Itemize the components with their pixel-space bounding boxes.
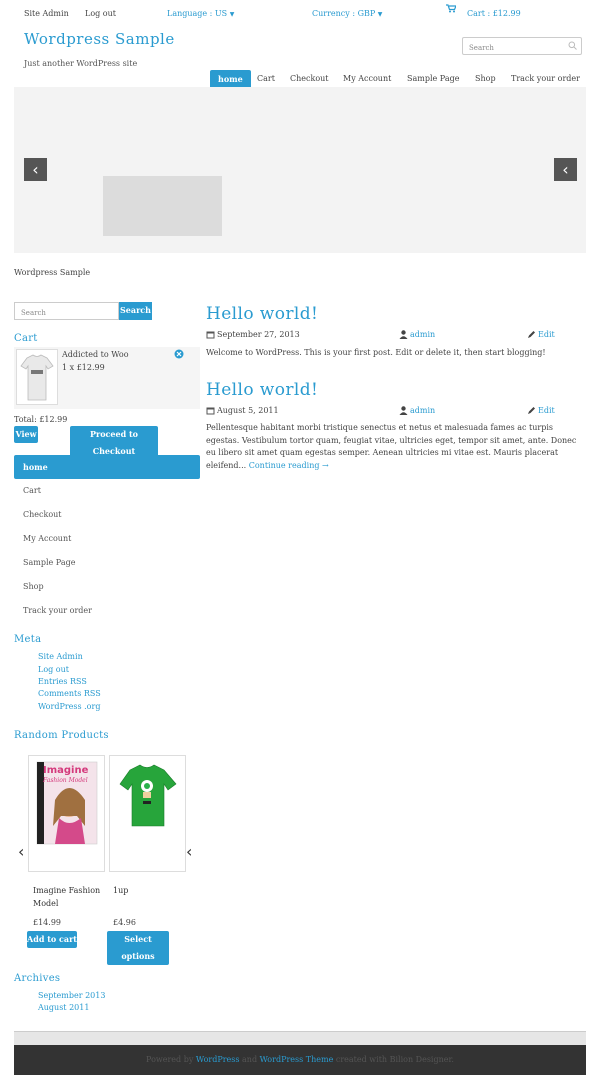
post-edit-link[interactable]: Edit bbox=[538, 330, 555, 339]
sidebar-item-shop[interactable]: Shop bbox=[14, 575, 200, 599]
search-placeholder: Search bbox=[21, 309, 46, 317]
cart-icon[interactable] bbox=[446, 3, 456, 13]
currency-label: Currency : GBP bbox=[312, 9, 376, 18]
view-cart-button[interactable]: View bbox=[14, 426, 38, 443]
edit-icon bbox=[527, 406, 536, 417]
cart-total: Total: £12.99 bbox=[14, 415, 68, 424]
meta-link-entries-rss[interactable]: Entries RSS bbox=[38, 677, 87, 686]
language-label: Language : US bbox=[167, 9, 228, 18]
archive-link-september-2013[interactable]: September 2013 bbox=[38, 991, 105, 1000]
header-cart-total[interactable]: Cart : £12.99 bbox=[467, 9, 521, 18]
product-name-1up[interactable]: 1up bbox=[113, 884, 128, 897]
sidebar-item-cart[interactable]: Cart bbox=[14, 479, 200, 503]
site-tagline: Just another WordPress site bbox=[24, 59, 138, 68]
footer-and-text: and bbox=[242, 1055, 258, 1064]
post-title[interactable]: Hello world! bbox=[206, 380, 318, 400]
calendar-icon bbox=[206, 406, 215, 417]
sidebar-item-home[interactable]: home bbox=[14, 455, 200, 479]
post-excerpt: Welcome to WordPress. This is your first… bbox=[206, 348, 546, 357]
product-cover-subtitle: Fashion Model bbox=[43, 777, 88, 784]
meta-link-comments-rss[interactable]: Comments RSS bbox=[38, 689, 101, 698]
language-selector[interactable]: Language : US ▼ bbox=[167, 9, 234, 18]
product-card-imagine[interactable]: Imagine Fashion Model bbox=[28, 755, 105, 872]
product-price-1up: £4.96 bbox=[113, 918, 136, 927]
remove-item-icon[interactable] bbox=[174, 349, 184, 361]
site-admin-link[interactable]: Site Admin bbox=[24, 9, 69, 18]
cart-item-quantity: 1 x £12.99 bbox=[62, 363, 105, 372]
nav-item-checkout[interactable]: Checkout bbox=[290, 70, 329, 88]
footer-powered-text: Powered by bbox=[146, 1055, 194, 1064]
product-name-imagine[interactable]: Imagine Fashion Model bbox=[33, 884, 105, 910]
post-author[interactable]: admin bbox=[410, 330, 435, 339]
breadcrumb[interactable]: Wordpress Sample bbox=[14, 268, 90, 277]
post-author[interactable]: admin bbox=[410, 406, 435, 415]
post-edit-link[interactable]: Edit bbox=[538, 406, 555, 415]
archives-title: Archives bbox=[14, 973, 61, 984]
add-to-cart-button[interactable]: Add to cart bbox=[27, 931, 77, 948]
select-options-button[interactable]: Select options bbox=[107, 931, 169, 965]
footer: Powered by WordPress and WordPress Theme… bbox=[14, 1045, 586, 1075]
post-date: August 5, 2011 bbox=[217, 406, 279, 415]
author-icon bbox=[399, 330, 408, 341]
slider-next-arrow-icon[interactable]: ‹ bbox=[554, 158, 577, 181]
image-slider: ‹ ‹ bbox=[14, 87, 586, 253]
nav-item-cart[interactable]: Cart bbox=[257, 70, 275, 88]
slider-prev-arrow-icon[interactable]: ‹ bbox=[24, 158, 47, 181]
chevron-down-icon: ▼ bbox=[377, 11, 383, 18]
meta-link-site-admin[interactable]: Site Admin bbox=[38, 652, 83, 661]
site-title[interactable]: Wordpress Sample bbox=[24, 30, 175, 48]
post-date: September 27, 2013 bbox=[217, 330, 300, 339]
header-search-input[interactable]: Search bbox=[462, 37, 582, 55]
currency-selector[interactable]: Currency : GBP ▼ bbox=[312, 9, 382, 18]
post-title[interactable]: Hello world! bbox=[206, 304, 318, 324]
post-meta: September 27, 2013 admin Edit bbox=[206, 330, 556, 342]
continue-reading-link[interactable]: Continue reading → bbox=[249, 461, 329, 470]
edit-icon bbox=[527, 330, 536, 341]
sidebar-item-my-account[interactable]: My Account bbox=[14, 527, 200, 551]
product-cover-title: Imagine bbox=[43, 765, 89, 776]
search-icon[interactable] bbox=[568, 41, 577, 52]
nav-item-my-account[interactable]: My Account bbox=[343, 70, 391, 88]
sidebar-search-input[interactable]: Search bbox=[14, 302, 119, 320]
product-card-1up[interactable] bbox=[109, 755, 186, 872]
cart-widget-item: Addicted to Woo 1 x £12.99 bbox=[14, 347, 200, 409]
post-meta: August 5, 2011 admin Edit bbox=[206, 406, 556, 418]
cart-item-thumbnail[interactable] bbox=[16, 349, 58, 405]
sidebar-item-checkout[interactable]: Checkout bbox=[14, 503, 200, 527]
post-excerpt: Pellentesque habitant morbi tristique se… bbox=[206, 422, 586, 472]
nav-item-track-order[interactable]: Track your order bbox=[511, 70, 580, 88]
random-products-title: Random Products bbox=[14, 730, 109, 741]
calendar-icon bbox=[206, 330, 215, 341]
footer-wordpress-link[interactable]: WordPress bbox=[196, 1055, 240, 1064]
sidebar-search-button[interactable]: Search bbox=[119, 302, 152, 320]
footer-theme-link[interactable]: WordPress Theme bbox=[260, 1055, 334, 1064]
logout-link[interactable]: Log out bbox=[85, 9, 116, 18]
meta-widget-title: Meta bbox=[14, 634, 42, 645]
cart-item-name[interactable]: Addicted to Woo bbox=[62, 350, 129, 359]
meta-link-wordpress-org[interactable]: WordPress .org bbox=[38, 702, 100, 711]
sidebar-item-sample-page[interactable]: Sample Page bbox=[14, 551, 200, 575]
search-placeholder: Search bbox=[469, 44, 494, 52]
top-bar: Site Admin Log out Language : US ▼ Curre… bbox=[0, 0, 600, 26]
archive-link-august-2011[interactable]: August 2011 bbox=[38, 1003, 89, 1012]
footer-divider bbox=[14, 1031, 586, 1045]
footer-created-text: created with Bilion Designer. bbox=[335, 1055, 454, 1064]
chevron-down-icon: ▼ bbox=[229, 11, 235, 18]
products-next-arrow-icon[interactable]: ‹ bbox=[186, 842, 192, 861]
nav-item-home[interactable]: home bbox=[210, 70, 251, 88]
cart-widget-title: Cart bbox=[14, 333, 38, 344]
products-prev-arrow-icon[interactable]: ‹ bbox=[18, 842, 24, 861]
author-icon bbox=[399, 406, 408, 417]
nav-item-sample-page[interactable]: Sample Page bbox=[407, 70, 459, 88]
sidebar-item-track-order[interactable]: Track your order bbox=[14, 599, 200, 623]
product-image-1up bbox=[119, 764, 177, 827]
main-nav: home Cart Checkout My Account Sample Pag… bbox=[0, 70, 600, 88]
sidebar-menu: home Cart Checkout My Account Sample Pag… bbox=[14, 455, 200, 623]
meta-link-logout[interactable]: Log out bbox=[38, 665, 69, 674]
nav-item-shop[interactable]: Shop bbox=[475, 70, 496, 88]
product-price-imagine: £14.99 bbox=[33, 918, 61, 927]
slide-image bbox=[103, 176, 222, 236]
